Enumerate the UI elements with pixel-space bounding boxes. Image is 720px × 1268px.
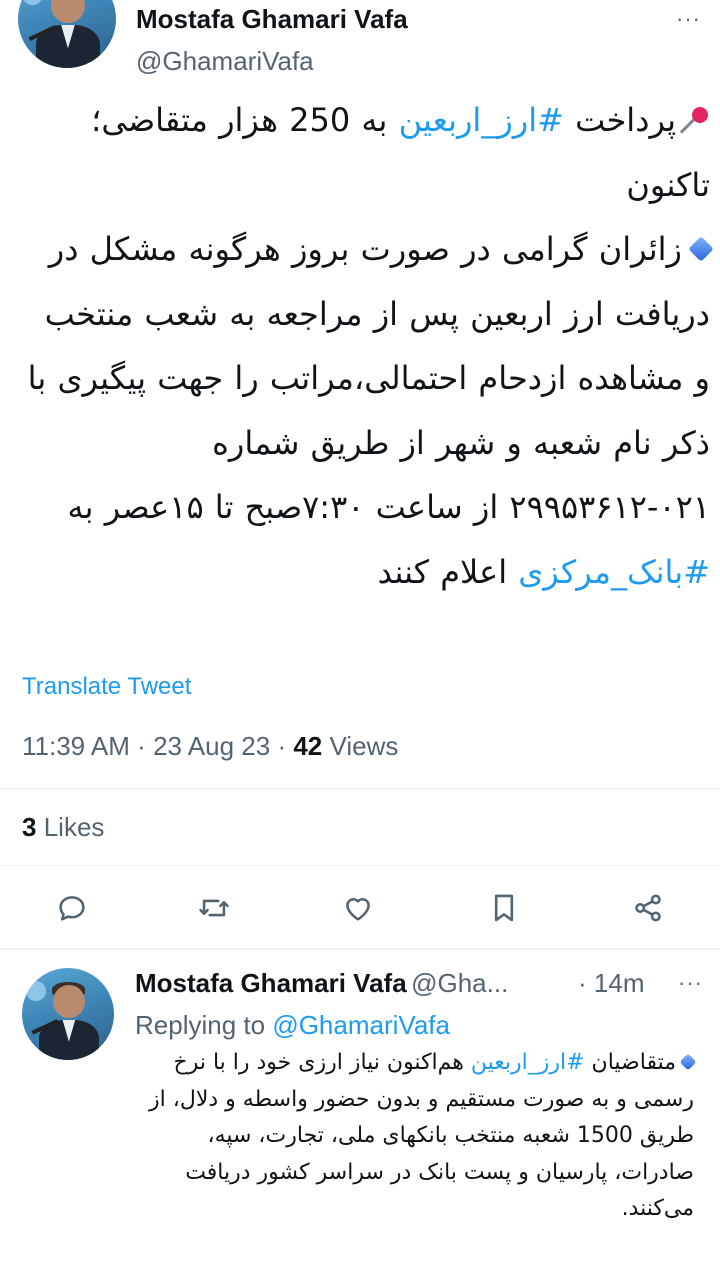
views-count: 42 bbox=[293, 731, 323, 761]
reply-time-ago[interactable]: 14m bbox=[594, 968, 645, 998]
tweet-text-part: اعلام کنند bbox=[377, 552, 519, 591]
translate-tweet-link[interactable]: Translate Tweet bbox=[22, 673, 191, 701]
divider bbox=[0, 948, 720, 950]
reply-text: متقاضیان #ارز_اربعین هم‌اکنون نیاز ارزی … bbox=[132, 1045, 697, 1228]
tweet-meta: 11:39 AM · 23 Aug 23 · 42 Views bbox=[22, 731, 398, 762]
replying-to: Replying to @GhamariVafa bbox=[135, 1010, 450, 1041]
retweet-icon[interactable] bbox=[192, 886, 236, 930]
reply-author-name[interactable]: Mostafa Ghamari Vafa bbox=[135, 968, 407, 998]
bookmark-icon[interactable] bbox=[482, 886, 526, 930]
reply-text-part: متقاضیان bbox=[584, 1050, 676, 1075]
replying-to-handle[interactable]: @GhamariVafa bbox=[272, 1010, 450, 1040]
reply-author-avatar[interactable] bbox=[22, 968, 114, 1060]
reply-text-part: هم‌اکنون نیاز ارزی خود را با نرخ رسمی و … bbox=[149, 1050, 694, 1221]
author-handle[interactable]: @GhamariVafa bbox=[136, 46, 314, 77]
tweet-time[interactable]: 11:39 AM bbox=[22, 731, 130, 761]
tweet-text-part: زائران گرامی در صورت بروز هرگونه مشکل در… bbox=[27, 230, 710, 526]
hashtag-link[interactable]: #ارز_اربعین bbox=[471, 1050, 585, 1075]
author-name[interactable]: Mostafa Ghamari Vafa bbox=[136, 4, 408, 35]
likes-count: 3 bbox=[22, 812, 37, 842]
replying-to-label: Replying to bbox=[135, 1010, 266, 1040]
reply-more-options-icon[interactable]: ··· bbox=[678, 970, 703, 996]
blue-diamond-icon bbox=[679, 1053, 697, 1071]
reply-author-handle[interactable]: @Gha... bbox=[411, 968, 508, 998]
likes-label: Likes bbox=[43, 812, 105, 842]
views-label: Views bbox=[329, 731, 399, 761]
like-icon[interactable] bbox=[336, 886, 380, 930]
reply-icon[interactable] bbox=[50, 886, 94, 930]
tweet-text: پرداخت #ارز_اربعین به 250 هزار متقاضی؛تا… bbox=[20, 88, 714, 604]
divider bbox=[0, 865, 720, 866]
tweet-date[interactable]: 23 Aug 23 bbox=[153, 731, 270, 761]
more-options-icon[interactable]: ··· bbox=[676, 6, 701, 32]
likes-stat[interactable]: 3 Likes bbox=[22, 812, 104, 843]
pushpin-icon bbox=[679, 105, 710, 135]
meta-separator: · bbox=[137, 731, 146, 761]
hashtag-link[interactable]: #ارز_اربعین bbox=[399, 101, 564, 139]
author-avatar[interactable] bbox=[18, 0, 116, 68]
share-icon[interactable] bbox=[626, 886, 670, 930]
hashtag-link[interactable]: #بانک_مرکزی bbox=[518, 553, 710, 591]
divider bbox=[0, 788, 720, 789]
tweet-text-part: پرداخت bbox=[563, 101, 676, 139]
blue-diamond-icon bbox=[688, 236, 714, 262]
reply-header: Mostafa Ghamari Vafa @Gha... bbox=[135, 968, 508, 999]
reply-time[interactable]: · 14m bbox=[578, 968, 644, 999]
meta-separator: · bbox=[578, 968, 587, 998]
meta-separator: · bbox=[277, 731, 287, 761]
